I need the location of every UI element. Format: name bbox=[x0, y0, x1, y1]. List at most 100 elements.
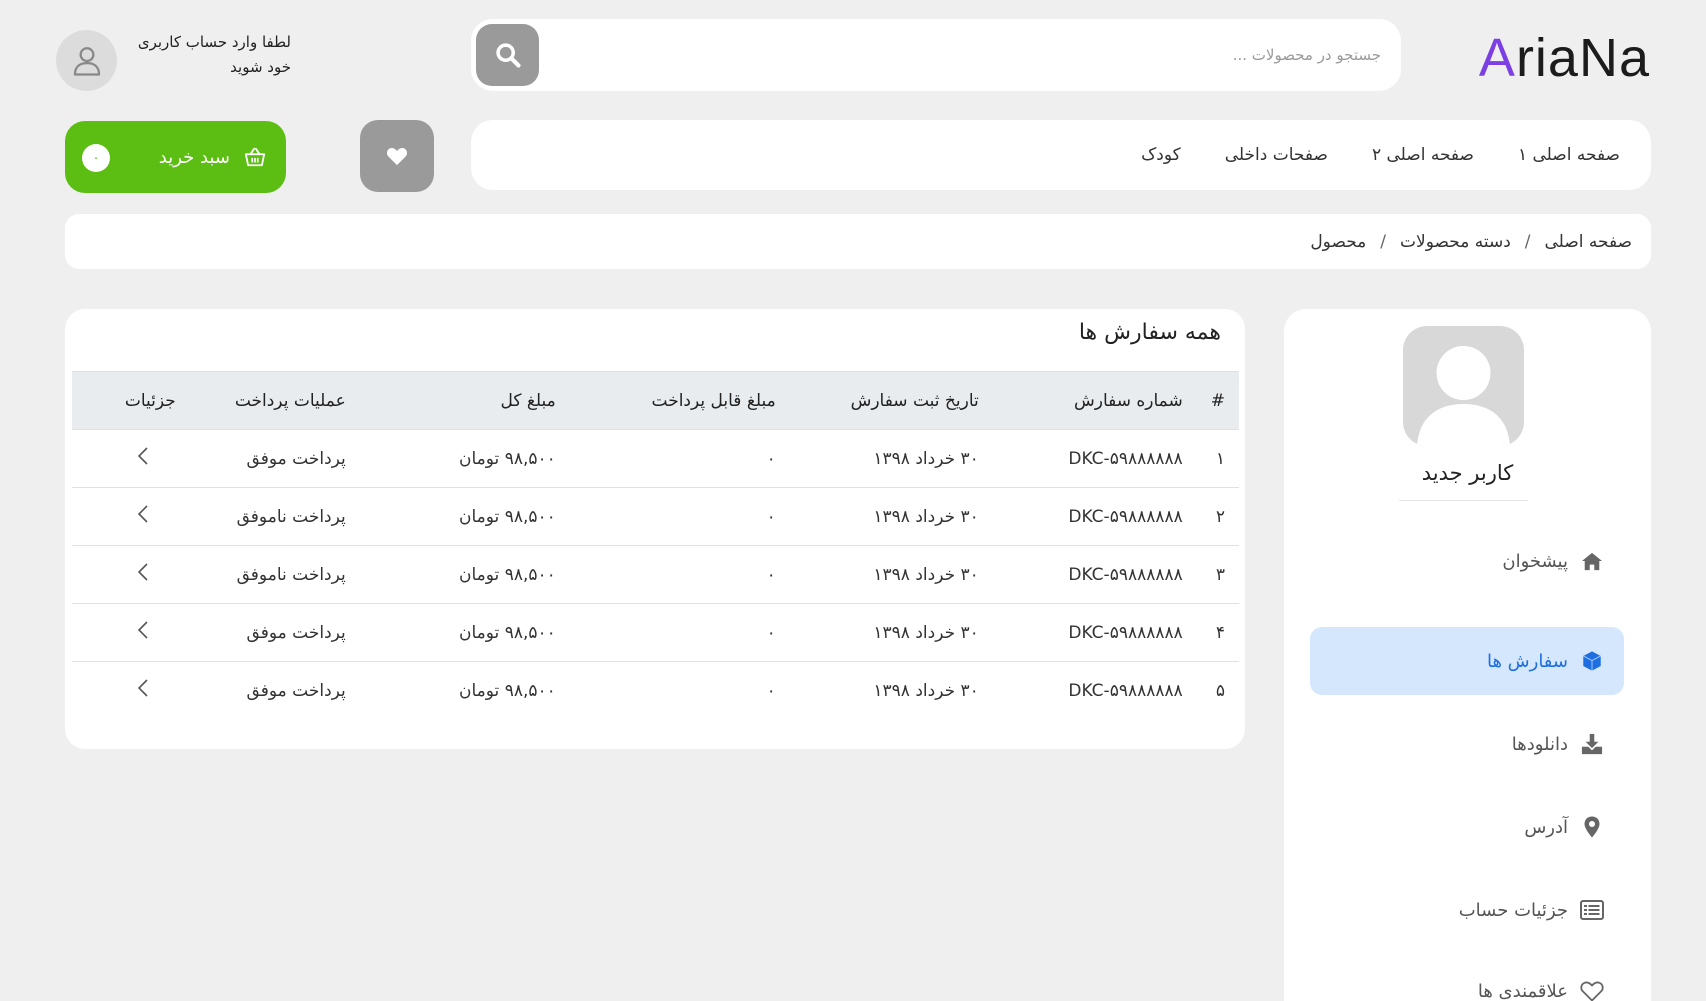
table-row: ۲ DKC-۵۹۸۸۸۸۸۸ ۳۰ خرداد ۱۳۹۸ ۰ ۹۸,۵۰۰ تو… bbox=[72, 487, 1239, 546]
row-total-amount: ۹۸,۵۰۰ تومان bbox=[359, 429, 570, 488]
row-details-cell bbox=[72, 603, 190, 662]
sidebar-item-orders[interactable]: سفارش ها bbox=[1310, 627, 1624, 695]
row-total-amount: ۹۸,۵۰۰ تومان bbox=[459, 680, 556, 701]
row-order-date: ۳۰ خرداد ۱۳۹۸ bbox=[789, 545, 993, 604]
breadcrumb: صفحه اصلی / دسته محصولات / محصول bbox=[65, 214, 1651, 269]
column-header-total-amount: مبلغ کل bbox=[359, 371, 570, 430]
row-payment-status: پرداخت موفق bbox=[189, 429, 360, 488]
sidebar-item-address[interactable]: آدرس bbox=[1310, 793, 1624, 861]
row-payment-status: پرداخت ناموفق bbox=[189, 545, 360, 604]
list-icon bbox=[1580, 898, 1604, 922]
row-order-number: DKC-۵۹۸۸۸۸۸۸ bbox=[992, 545, 1197, 604]
row-payable-amount: ۰ bbox=[569, 429, 790, 488]
breadcrumb-item-category[interactable]: دسته محصولات bbox=[1400, 232, 1511, 252]
row-total-amount: ۹۸,۵۰۰ تومان bbox=[359, 545, 570, 604]
row-order-number: DKC-۵۹۸۸۸۸۸۸ bbox=[992, 487, 1197, 546]
details-link[interactable] bbox=[86, 505, 148, 523]
row-payable-amount: ۰ bbox=[569, 545, 790, 604]
details-link[interactable] bbox=[86, 447, 148, 465]
row-payment-status: پرداخت موفق bbox=[246, 680, 346, 701]
basket-icon bbox=[244, 147, 266, 167]
nav-link-kids[interactable]: کودک bbox=[1141, 145, 1181, 165]
row-order-date: ۳۰ خرداد ۱۳۹۸ bbox=[789, 487, 993, 546]
login-prompt[interactable]: لطفا وارد حساب کاربری خود شوید bbox=[126, 30, 291, 80]
sidebar-item-account-details[interactable]: جزئیات حساب bbox=[1310, 876, 1624, 944]
logo-text: riaNa bbox=[1515, 28, 1650, 88]
table-row: ۳ DKC-۵۹۸۸۸۸۸۸ ۳۰ خرداد ۱۳۹۸ ۰ ۹۸,۵۰۰ تو… bbox=[72, 545, 1239, 604]
nav-link-home-2[interactable]: صفحه اصلی ۲ bbox=[1372, 145, 1474, 165]
row-index: ۱ bbox=[1196, 429, 1239, 488]
cart-count-badge: ۰ bbox=[82, 144, 110, 172]
row-order-number: DKC-۵۹۸۸۸۸۸۸ bbox=[992, 429, 1197, 488]
user-silhouette-icon bbox=[1417, 346, 1510, 446]
sidebar-item-label: دانلودها bbox=[1511, 733, 1568, 755]
wishlist-button[interactable] bbox=[360, 120, 434, 192]
column-header-order-date: تاریخ ثبت سفارش bbox=[789, 371, 993, 430]
download-icon bbox=[1580, 732, 1604, 756]
search-icon bbox=[495, 43, 521, 68]
row-index: ۲ bbox=[1196, 487, 1239, 546]
column-header-details: جزئیات bbox=[72, 371, 190, 430]
sidebar-item-downloads[interactable]: دانلودها bbox=[1310, 710, 1624, 778]
chevron-left-icon bbox=[138, 621, 148, 639]
row-order-number: DKC-۵۹۸۸۸۸۸۸ bbox=[992, 603, 1197, 662]
table-row: ۴ DKC-۵۹۸۸۸۸۸۸ ۳۰ خرداد ۱۳۹۸ ۰ ۹۸,۵۰۰ تو… bbox=[72, 603, 1239, 662]
row-payment-status: پرداخت موفق bbox=[189, 603, 360, 662]
row-order-date: ۳۰ خرداد ۱۳۹۸ bbox=[873, 680, 979, 701]
orders-table: # شماره سفارش تاریخ ثبت سفارش مبلغ قابل … bbox=[72, 371, 1239, 720]
breadcrumb-separator: / bbox=[1524, 231, 1531, 252]
account-button[interactable] bbox=[56, 30, 117, 91]
chevron-left-icon bbox=[138, 447, 148, 465]
search-button[interactable] bbox=[476, 24, 539, 86]
row-payable-amount: ۰ bbox=[569, 603, 790, 662]
location-pin-icon bbox=[1580, 815, 1604, 839]
cart-label: سبد خرید bbox=[158, 146, 230, 168]
search-input[interactable] bbox=[551, 19, 1401, 91]
heart-icon bbox=[386, 147, 408, 166]
row-total-amount: ۹۸,۵۰۰ تومان bbox=[359, 487, 570, 546]
row-order-date: ۳۰ خرداد ۱۳۹۸ bbox=[789, 429, 993, 488]
main-nav: صفحه اصلی ۱ صفحه اصلی ۲ صفحات داخلی کودک bbox=[471, 120, 1651, 190]
row-details-cell bbox=[72, 487, 190, 546]
brand-logo[interactable]: AriaNa bbox=[1479, 28, 1650, 88]
row-details-cell bbox=[72, 545, 190, 604]
row-index: ۳ bbox=[1196, 545, 1239, 604]
table-row: ۵ DKC-۵۹۸۸۸۸۸۸ ۳۰ خرداد ۱۳۹۸ ۰ ۹۸,۵۰۰ تو… bbox=[72, 662, 1239, 720]
logo-letter-a: A bbox=[1478, 28, 1516, 88]
row-order-number: DKC-۵۹۸۸۸۸۸۸ bbox=[1068, 680, 1183, 701]
orders-title: همه سفارش ها bbox=[1078, 320, 1221, 345]
row-payment-status: پرداخت ناموفق bbox=[189, 487, 360, 546]
cart-button[interactable]: سبد خرید ۰ bbox=[65, 121, 286, 193]
row-payable-amount: ۰ bbox=[569, 487, 790, 546]
sidebar-item-label: جزئیات حساب bbox=[1458, 899, 1568, 921]
chevron-left-icon bbox=[138, 505, 148, 523]
details-link[interactable] bbox=[86, 679, 148, 697]
column-header-payable-amount: مبلغ قابل پرداخت bbox=[569, 371, 790, 430]
table-header-row: # شماره سفارش تاریخ ثبت سفارش مبلغ قابل … bbox=[72, 371, 1239, 430]
cube-icon bbox=[1580, 649, 1604, 673]
details-link[interactable] bbox=[86, 621, 148, 639]
home-icon bbox=[1580, 549, 1604, 573]
row-order-date: ۳۰ خرداد ۱۳۹۸ bbox=[789, 603, 993, 662]
column-header-order-number: شماره سفارش bbox=[992, 371, 1197, 430]
nav-link-inner-pages[interactable]: صفحات داخلی bbox=[1225, 145, 1328, 165]
user-icon bbox=[73, 46, 100, 76]
details-link[interactable] bbox=[86, 563, 148, 581]
nav-link-home-1[interactable]: صفحه اصلی ۱ bbox=[1518, 145, 1620, 165]
row-details-cell bbox=[72, 429, 190, 488]
sidebar-item-label: علاقمندی ها bbox=[1477, 980, 1568, 1001]
sidebar-item-dashboard[interactable]: پیشخوان bbox=[1310, 527, 1624, 595]
breadcrumb-separator: / bbox=[1380, 231, 1387, 252]
row-details-cell bbox=[72, 662, 190, 720]
sidebar-item-wishlist[interactable]: علاقمندی ها bbox=[1310, 957, 1624, 1001]
sidebar-item-label: پیشخوان bbox=[1502, 550, 1568, 572]
orders-card: همه سفارش ها # شماره سفارش تاریخ ثبت سفا… bbox=[65, 309, 1245, 749]
column-header-payment-status: عملیات پرداخت bbox=[189, 371, 360, 430]
breadcrumb-item-home[interactable]: صفحه اصلی bbox=[1545, 232, 1632, 252]
chevron-left-icon bbox=[138, 563, 148, 581]
row-index: ۴ bbox=[1196, 603, 1239, 662]
row-total-amount: ۹۸,۵۰۰ تومان bbox=[359, 603, 570, 662]
breadcrumb-item-product: محصول bbox=[1310, 231, 1367, 252]
table-row: ۱ DKC-۵۹۸۸۸۸۸۸ ۳۰ خرداد ۱۳۹۸ ۰ ۹۸,۵۰۰ تو… bbox=[72, 429, 1239, 488]
profile-divider bbox=[1399, 500, 1528, 501]
